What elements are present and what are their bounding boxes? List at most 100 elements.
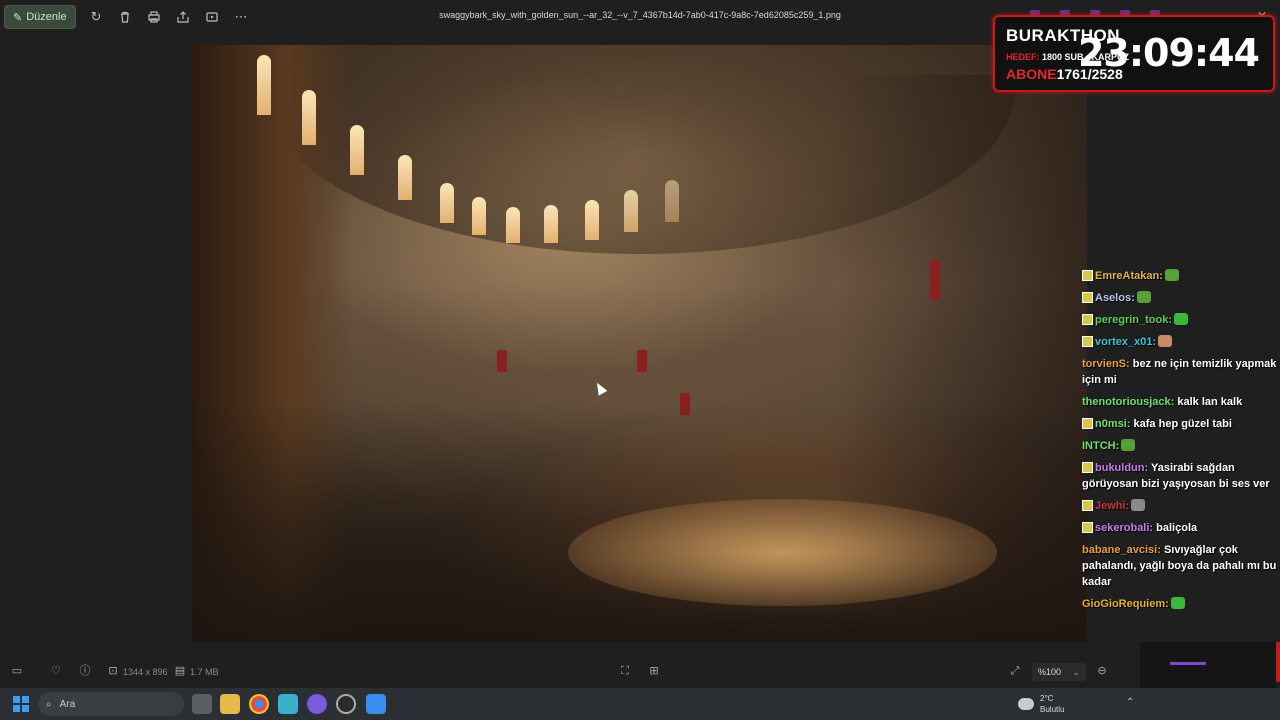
chat-message: Jewhi: <box>1082 498 1278 514</box>
chat-username[interactable]: Aselos: <box>1095 292 1135 304</box>
badge-icon <box>1082 522 1093 533</box>
badge-icon <box>1082 462 1093 473</box>
discord-icon[interactable] <box>307 694 327 714</box>
chevron-down-icon: ⌄ <box>1072 667 1080 677</box>
zoom-out-icon[interactable]: ⊖ <box>1095 664 1109 678</box>
arch-window <box>257 55 271 115</box>
chat-username[interactable]: vortex_x01: <box>1095 336 1156 348</box>
chevron-up-icon[interactable]: ⌃ <box>1126 697 1134 708</box>
file-name: swaggybark_sky_with_golden_sun_--ar_32_-… <box>439 10 841 20</box>
chat-message: n0msi: kafa hep güzel tabi <box>1082 416 1278 432</box>
chat-username[interactable]: n0msi: <box>1095 418 1130 430</box>
emote-icon <box>1136 291 1151 303</box>
arch-window <box>544 205 558 243</box>
weather-desc: Bulutlu <box>1040 705 1065 714</box>
badge-icon <box>1082 292 1093 303</box>
filmstrip-icon[interactable]: ▭ <box>10 664 24 678</box>
badge-icon <box>1082 314 1093 325</box>
chat-username[interactable]: Jewhi: <box>1095 500 1129 512</box>
mouse-cursor <box>592 380 608 396</box>
chat-message: torvienS: bez ne için temizlik yapmak iç… <box>1082 356 1278 388</box>
search-icon: ⌕ <box>46 698 52 710</box>
dimensions-icon: ⊡ <box>108 665 118 677</box>
badge-icon <box>1082 336 1093 347</box>
zoom-select[interactable]: %100 ⌄ <box>1032 663 1086 681</box>
emote-icon <box>1174 313 1189 325</box>
edit-icon: ✎ <box>13 11 23 24</box>
emote-icon <box>1121 439 1136 451</box>
chat-username[interactable]: INTCH: <box>1082 440 1119 452</box>
chat-username[interactable]: torvienS: <box>1082 358 1130 370</box>
emote-icon <box>1158 335 1173 347</box>
subs-label: ABONE <box>1006 66 1057 82</box>
chat-text: kafa hep güzel tabi <box>1133 418 1232 430</box>
banner <box>930 260 940 300</box>
badge-icon <box>1082 270 1093 281</box>
task-view-icon[interactable] <box>192 694 212 714</box>
fit-icon[interactable]: ⛶ <box>618 664 632 678</box>
chat-username[interactable]: sekerobali: <box>1095 522 1153 534</box>
actual-size-icon[interactable]: ⊞ <box>647 664 661 678</box>
slideshow-icon[interactable] <box>198 5 227 29</box>
arena-floor-shape <box>567 498 998 607</box>
arch-window <box>302 90 316 145</box>
timer-clock: 23:09:44 <box>1077 31 1260 75</box>
chat-message: peregrin_took: <box>1082 312 1278 328</box>
image-dimensions: 1344 x 896 <box>123 667 168 677</box>
photos-app-window: ✎ Düzenle ↻ ⋯ swaggybark_sky_with_golden… <box>0 0 1280 688</box>
arch-window <box>665 180 679 222</box>
chat-username[interactable]: EmreAtakan: <box>1095 270 1163 282</box>
search-placeholder: Ara <box>59 698 76 710</box>
photos-icon[interactable] <box>366 694 386 714</box>
weather-widget[interactable]: 2°C Bulutlu <box>1018 693 1064 715</box>
taskbar-search[interactable]: ⌕ Ara <box>38 692 184 716</box>
windows-start-icon[interactable] <box>13 696 29 712</box>
taskbar: ⌕ Ara 2°C Bulutlu ⌃ <box>0 688 1280 720</box>
delete-icon[interactable] <box>111 5 140 29</box>
chat-message: Aselos: <box>1082 290 1278 306</box>
rotate-icon[interactable]: ↻ <box>82 5 111 29</box>
banner <box>637 350 647 372</box>
banner <box>497 350 507 372</box>
print-icon[interactable] <box>140 5 169 29</box>
chat-username[interactable]: babane_avcisi: <box>1082 544 1161 556</box>
arch-window <box>472 197 486 235</box>
chat-message: babane_avcisi: Sıvıyağlar çok pahalandı,… <box>1082 542 1278 590</box>
zoom-value: %100 <box>1038 667 1062 677</box>
file-explorer-icon[interactable] <box>220 694 240 714</box>
fullscreen-icon[interactable]: ⤢ <box>1008 664 1022 678</box>
arch-window <box>624 190 638 232</box>
emote-icon <box>1131 499 1146 511</box>
subathon-timer-overlay: BURAKTHON HEDEF: 1800 SUB - KARPUZ ABONE… <box>993 15 1275 92</box>
chat-username[interactable]: peregrin_took: <box>1095 314 1172 326</box>
arena-painting <box>192 45 1087 642</box>
edit-label: Düzenle <box>26 11 67 23</box>
chat-overlay: EmreAtakan: Aselos: peregrin_took: vortex_x… <box>1082 268 1278 618</box>
badge-icon <box>1082 500 1093 511</box>
edit-button[interactable]: ✎ Düzenle <box>4 5 76 29</box>
chat-message: INTCH: <box>1082 438 1278 454</box>
info-icon[interactable]: ⓘ <box>78 664 92 678</box>
chat-message: vortex_x01: <box>1082 334 1278 350</box>
chat-message: thenotoriousjack: kalk lan kalk <box>1082 394 1278 410</box>
chat-message: GioGioRequiem: <box>1082 596 1278 612</box>
chrome-icon[interactable] <box>249 694 269 714</box>
obs-icon[interactable] <box>336 694 356 714</box>
chat-username[interactable]: thenotoriousjack: <box>1082 396 1174 408</box>
file-size: 1.7 MB <box>190 667 219 677</box>
weather-temp: 2°C <box>1040 694 1054 703</box>
chat-message: EmreAtakan: <box>1082 268 1278 284</box>
more-icon[interactable]: ⋯ <box>227 5 256 29</box>
chat-message: bukuldun: Yasirabi sağdan görüyosan bizi… <box>1082 460 1278 492</box>
arch-window <box>506 207 520 243</box>
chat-username[interactable]: bukuldun: <box>1095 462 1148 474</box>
favorite-icon[interactable]: ♡ <box>49 664 63 678</box>
app-icon[interactable] <box>278 694 298 714</box>
bottom-status-bar: ▭ ♡ ⓘ ⊡ 1344 x 896 ▤ 1.7 MB ⛶ ⊞ ⤢ %100 ⌄… <box>0 660 1280 684</box>
overlay-edge <box>1276 642 1280 682</box>
image-viewer[interactable] <box>192 45 1087 642</box>
emote-icon <box>1164 269 1179 281</box>
chat-username[interactable]: GioGioRequiem: <box>1082 598 1169 610</box>
share-icon[interactable] <box>169 5 198 29</box>
emote-icon <box>1170 597 1185 609</box>
